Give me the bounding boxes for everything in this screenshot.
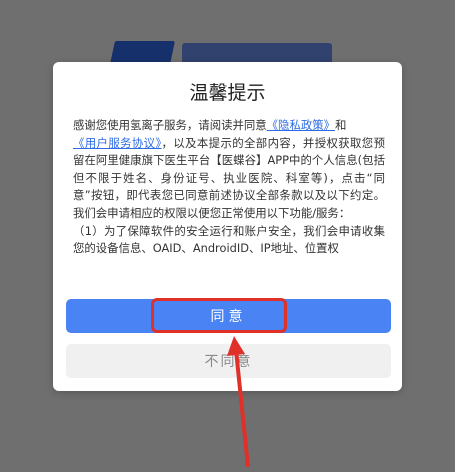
consent-text-item-1: （1）为了保障软件的安全运行和账户安全，我们会申请收集您的设备信息、OAID、A… <box>73 223 385 256</box>
dialog-title: 温馨提示 <box>189 82 266 104</box>
annotation-highlight-box <box>151 298 287 333</box>
consent-text-and: 和 <box>335 118 347 132</box>
disagree-button[interactable]: 不同意 <box>66 344 391 378</box>
privacy-policy-link[interactable]: 《隐私政策》 <box>267 118 335 132</box>
consent-text-intro: 感谢您使用氢离子服务，请阅读并同意 <box>73 118 267 132</box>
user-agreement-link[interactable]: 《用户服务协议》 <box>73 136 162 150</box>
consent-dialog: 温馨提示 感谢您使用氢离子服务，请阅读并同意《隐私政策》和 《用户服务协议》，以及… <box>53 62 402 391</box>
